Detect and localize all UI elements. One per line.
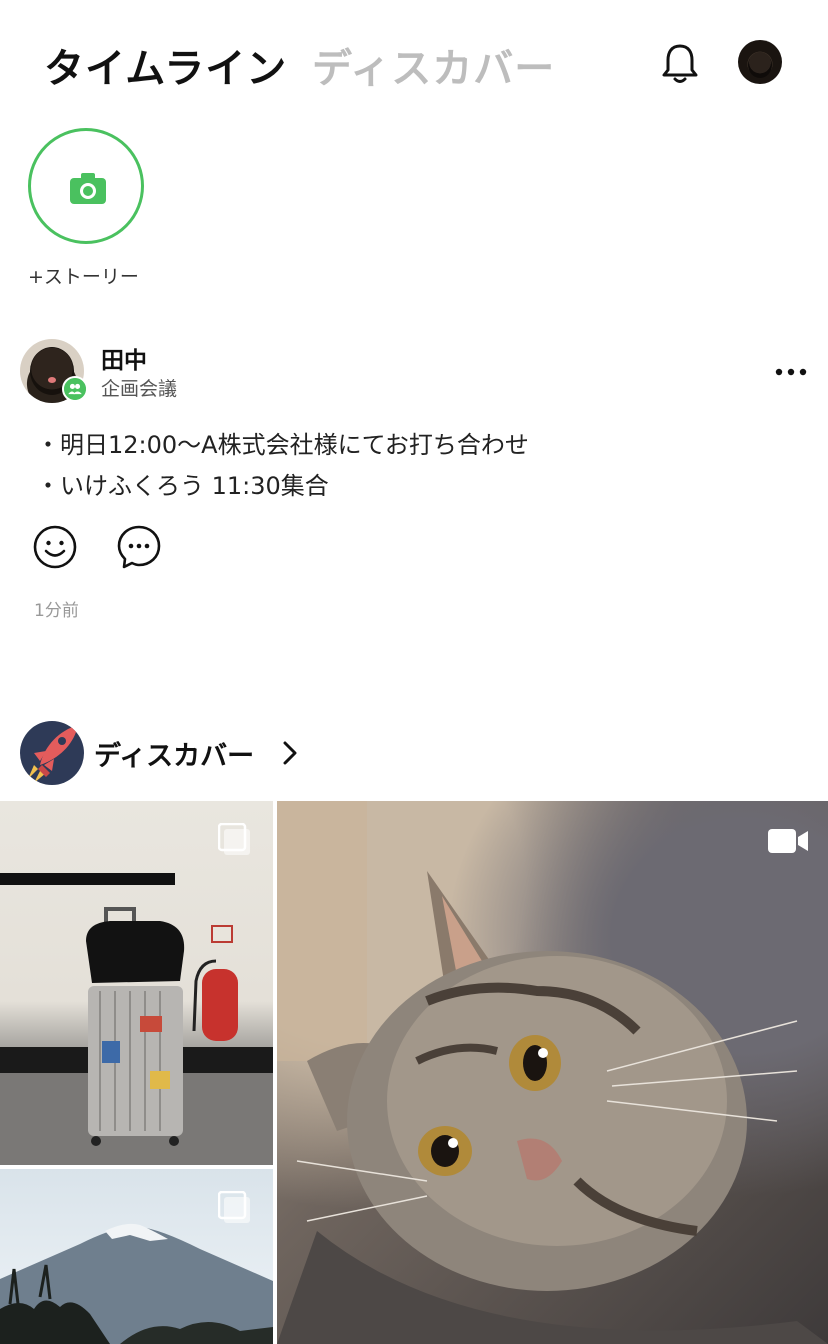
add-story-button[interactable] — [28, 128, 144, 244]
video-icon — [768, 829, 808, 853]
multi-image-icon — [218, 1191, 250, 1223]
discover-grid — [0, 801, 828, 1344]
discover-tile-cat-video[interactable] — [277, 801, 828, 1344]
group-icon — [62, 376, 88, 402]
discover-title[interactable]: ディスカバー — [94, 734, 254, 773]
discover-avatar[interactable] — [20, 721, 84, 785]
discover-tile-mountain[interactable] — [0, 1169, 273, 1344]
discover-tile-suitcase[interactable] — [0, 801, 273, 1165]
post-timestamp: 1分前 — [34, 601, 79, 621]
cat-photo — [277, 801, 828, 1344]
bell-icon[interactable] — [660, 42, 700, 86]
multi-image-icon — [218, 823, 250, 855]
comment-icon[interactable] — [116, 524, 162, 570]
profile-avatar[interactable] — [738, 40, 782, 84]
post-body-line: ・いけふくろう 11:30集合 — [36, 472, 329, 500]
tab-discover[interactable]: ディスカバー — [312, 36, 555, 94]
add-story-label[interactable]: +ストーリー — [28, 262, 139, 289]
camera-icon — [70, 173, 106, 204]
more-dots-icon[interactable] — [774, 362, 808, 382]
post-author-name[interactable]: 田中 — [101, 341, 147, 375]
post-body-line: ・明日12:00〜A株式会社様にてお打ち合わせ — [36, 431, 529, 459]
tab-timeline[interactable]: タイムライン — [44, 36, 287, 94]
header: タイムライン ディスカバー — [0, 0, 828, 126]
rocket-icon — [28, 725, 78, 783]
chevron-right-icon[interactable] — [282, 740, 298, 766]
smiley-icon[interactable] — [32, 524, 78, 570]
post-group-name[interactable]: 企画会議 — [101, 374, 177, 401]
